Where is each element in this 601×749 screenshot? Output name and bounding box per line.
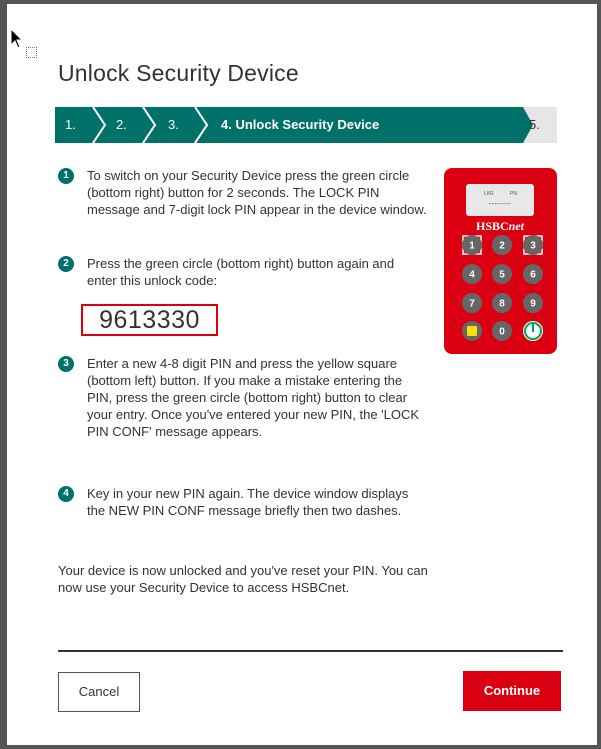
device-key-label: 4	[469, 270, 475, 281]
completion-message: Your device is now unlocked and you've r…	[58, 563, 428, 595]
step-number-badge: 2	[58, 256, 74, 272]
wizard-step-1: 1.	[65, 117, 76, 132]
device-key-label: 3	[530, 241, 536, 252]
instruction-text: Key in your new PIN again. The device wi…	[87, 486, 409, 518]
wizard-step-3: 3.	[168, 117, 179, 132]
footer-divider	[58, 650, 563, 652]
device-key-label: 0	[499, 327, 505, 338]
wizard-step-4: 4. Unlock Security Device	[221, 117, 380, 132]
instruction-text: Enter a new 4-8 digit PIN and press the …	[87, 356, 420, 439]
device-key-label: 9	[530, 299, 536, 310]
wizard-step-5: 5.	[529, 117, 540, 132]
device-key-label: 8	[499, 299, 505, 310]
cancel-button[interactable]: Cancel	[58, 672, 140, 712]
unlock-code: 9613330	[81, 304, 218, 336]
device-key-label: 6	[530, 270, 536, 281]
device-screen-value: --------	[489, 201, 512, 208]
step-number-badge: 1	[58, 168, 74, 184]
wizard-progress: 1. 2. 3. 4. Unlock Security Device 5.	[55, 107, 557, 143]
device-key-label: 7	[469, 299, 475, 310]
dialog-title: Unlock Security Device	[58, 60, 299, 86]
device-key-label: 2	[499, 241, 505, 252]
step-number-badge: 3	[58, 356, 74, 372]
continue-button[interactable]: Continue	[463, 671, 561, 711]
yellow-square-icon	[467, 326, 477, 336]
instruction-text: To switch on your Security Device press …	[87, 168, 427, 217]
mouse-cursor-icon	[10, 28, 24, 49]
wizard-step-2: 2.	[116, 117, 127, 132]
instruction-text: Press the green circle (bottom right) bu…	[87, 256, 395, 288]
device-key-label: 5	[499, 270, 505, 281]
device-screen-right: PN	[510, 191, 517, 197]
device-brand-logo: HSBCnet	[476, 219, 525, 233]
focus-placeholder	[26, 47, 37, 58]
device-key-label: 1	[469, 241, 475, 252]
step-number-badge: 4	[58, 486, 74, 502]
security-device-illustration: LKR PN -------- HSBCnet 1 2 3 4 5 6 7 8 9 0	[444, 168, 557, 354]
device-screen-left: LKR	[484, 191, 494, 197]
